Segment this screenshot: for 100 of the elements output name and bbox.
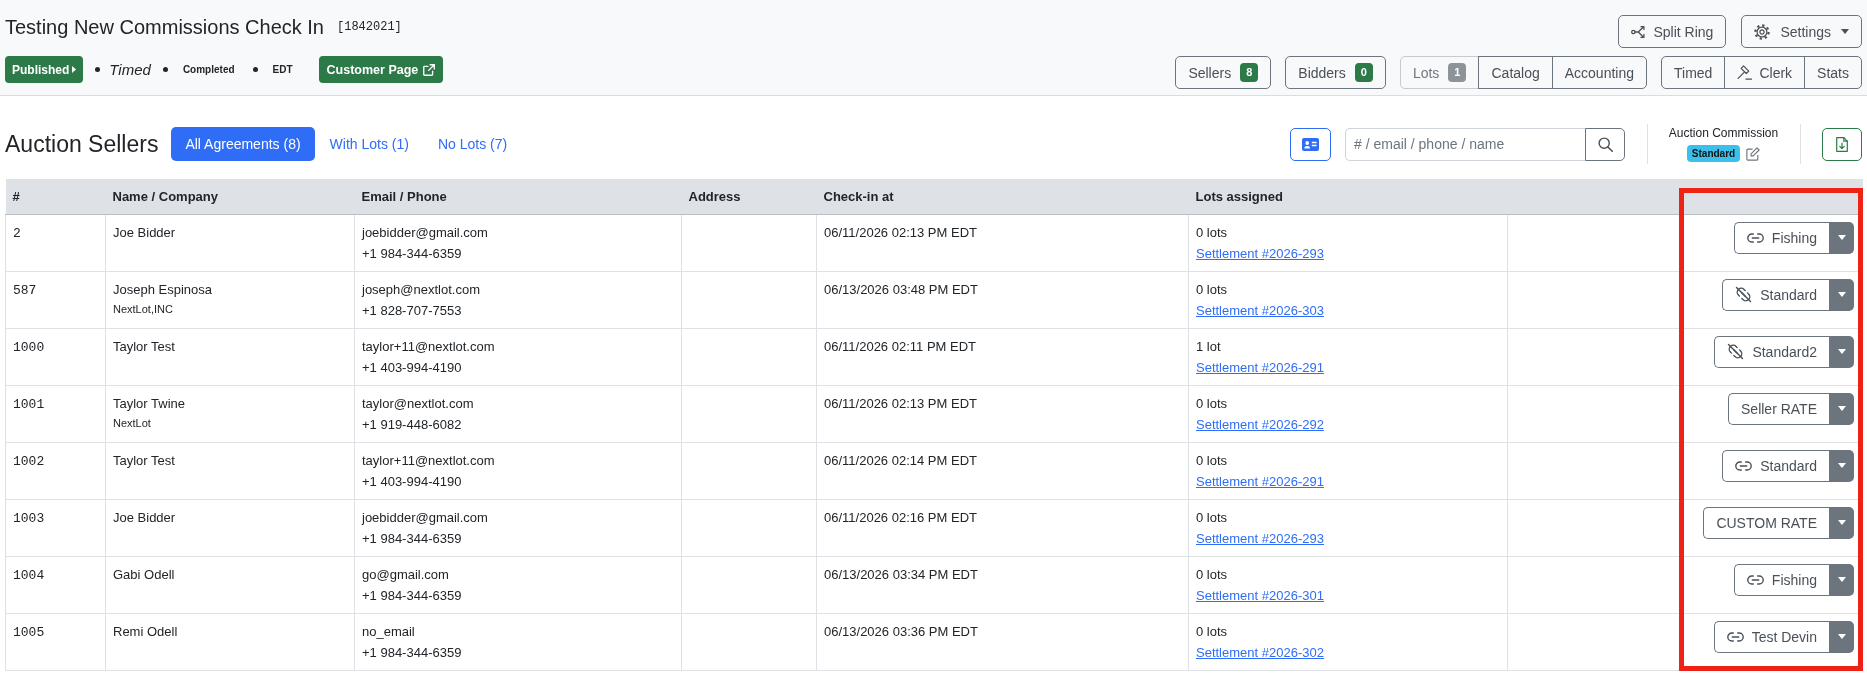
dropdown-toggle-button[interactable] [1829,506,1854,539]
column-header: Check-in at [823,188,894,204]
caret-icon [1837,349,1846,354]
seller-number: 1004 [13,567,45,583]
id-card-button[interactable] [1290,127,1331,161]
commission-badge: Standard [1686,145,1741,162]
link-icon [1726,631,1744,642]
dropdown-toggle-button[interactable] [1829,278,1854,311]
bullet-icon [95,67,101,72]
email-address: joebidder@gmail.com [362,508,489,527]
search-button[interactable] [1585,127,1625,161]
email-address: no_email [362,622,416,641]
seller-number: 1005 [13,624,45,640]
edit-icon[interactable] [1746,146,1761,161]
phone-number: +1 403-994-4190 [362,472,463,491]
seller-name: Remi Odell [113,622,179,641]
bullet-icon [252,67,258,72]
auction-id: [1842021] [337,20,402,34]
check-in-time: 06/13/2026 03:34 PM EDT [824,565,979,584]
dropdown-toggle-button[interactable] [1829,335,1854,368]
caret-icon [1841,29,1849,34]
lot-count: 0 lots [1196,451,1229,470]
external-link-icon [423,63,436,76]
commission-button[interactable]: Standard2 [1714,335,1829,368]
nav-button[interactable]: Timed [1661,56,1726,89]
customer-page-button[interactable]: Customer Page [318,56,444,83]
settlement-link[interactable]: Settlement #2026-303 [1196,302,1324,318]
dropdown-toggle-button[interactable] [1829,392,1854,425]
commission-button[interactable]: CUSTOM RATE [1703,506,1829,539]
commission-button[interactable]: Standard [1722,278,1829,311]
search-icon [1597,136,1613,152]
filter-tab[interactable]: No Lots (7) [423,127,522,161]
caret-icon [1837,463,1846,468]
settlement-link[interactable]: Settlement #2026-302 [1196,644,1324,660]
caret-icon [72,66,77,73]
caret-icon [1837,406,1846,411]
export-button[interactable] [1822,127,1862,161]
caret-icon [1837,634,1846,639]
lot-count: 1 lot [1196,337,1222,356]
check-in-time: 06/11/2026 02:13 PM EDT [824,394,978,413]
seller-name: Joe Bidder [113,223,177,242]
check-in-time: 06/13/2026 03:36 PM EDT [824,622,979,641]
settlement-link[interactable]: Settlement #2026-291 [1196,359,1324,375]
settlement-link[interactable]: Settlement #2026-293 [1196,530,1324,546]
commission-button[interactable]: Standard [1722,449,1829,482]
phone-number: +1 919-448-6082 [362,415,463,434]
filter-tab[interactable]: All Agreements (8) [171,127,315,161]
lot-count: 0 lots [1196,280,1229,299]
seller-number: 1003 [13,510,45,526]
email-address: taylor+11@nextlot.com [362,451,496,470]
lot-count: 0 lots [1196,565,1229,584]
column-header: Lots assigned [1195,188,1283,204]
seller-name: Gabi Odell [113,565,176,584]
gavel-icon [1737,65,1753,80]
status-button[interactable]: Published [5,56,84,83]
id-card-icon [1302,137,1319,151]
search-field[interactable]: # / email / phone / name [1345,127,1585,161]
phone-number: +1 403-994-4190 [362,358,463,377]
nav-button[interactable]: Sellers 8 [1175,56,1272,89]
broken-link-icon [1735,286,1753,303]
settlement-link[interactable]: Settlement #2026-291 [1196,473,1324,489]
dropdown-toggle-button[interactable] [1829,449,1854,482]
seller-name: Taylor Test [113,337,176,356]
link-icon [1746,574,1764,585]
settlement-link[interactable]: Settlement #2026-292 [1196,416,1324,432]
seller-name: Taylor Test [113,451,176,470]
page-title: Testing New Commissions Check In [5,15,324,39]
nav-button[interactable]: Stats [1804,56,1862,89]
caret-icon [1837,235,1846,240]
split-ring-button[interactable]: Split Ring [1618,15,1727,48]
company-name: NextLot,INC [113,301,174,317]
nav-button[interactable]: Accounting [1551,56,1648,89]
phone-number: +1 984-344-6359 [362,244,463,263]
broken-link-icon [1727,343,1745,360]
section-heading: Auction Sellers [5,130,159,158]
settlement-link[interactable]: Settlement #2026-301 [1196,587,1324,603]
nav-button[interactable]: Catalog [1478,56,1553,89]
dropdown-toggle-button[interactable] [1829,563,1854,596]
column-header: Name / Company [112,188,218,204]
count-badge: 1 [1448,63,1467,82]
count-badge: 8 [1240,63,1259,82]
nav-button[interactable]: Bidders 0 [1285,56,1386,89]
commission-button[interactable]: Fishing [1733,221,1829,254]
dropdown-toggle-button[interactable] [1829,620,1854,653]
commission-button[interactable]: Fishing [1733,563,1829,596]
seller-number: 1001 [13,396,45,412]
lot-count: 0 lots [1196,223,1229,242]
check-in-time: 06/11/2026 02:11 PM EDT [824,337,977,356]
commission-button[interactable]: Seller RATE [1728,392,1829,425]
nav-button[interactable]: Clerk [1724,56,1806,89]
settings-button[interactable]: Settings [1741,15,1862,48]
settings-icon [1754,23,1771,40]
dropdown-toggle-button[interactable] [1829,221,1854,254]
filter-tab[interactable]: With Lots (1) [315,127,423,161]
count-badge: 0 [1354,63,1373,82]
seller-name: Taylor Twine [113,394,186,413]
commission-button[interactable]: Test Devin [1713,620,1829,653]
settlement-link[interactable]: Settlement #2026-293 [1196,245,1324,261]
check-in-time: 06/11/2026 02:16 PM EDT [824,508,978,527]
check-in-time: 06/11/2026 02:13 PM EDT [824,223,978,242]
